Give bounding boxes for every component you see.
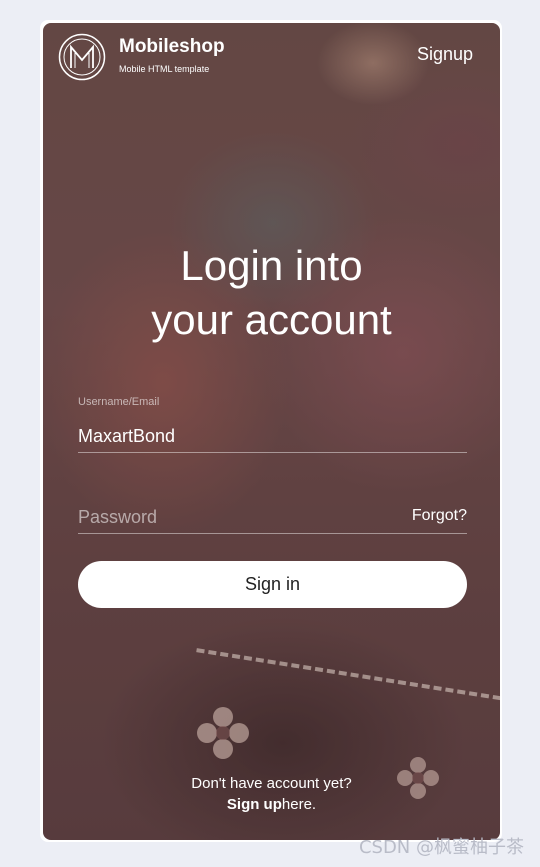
footer-signup-suffix: here.: [281, 796, 317, 813]
password-input[interactable]: [78, 501, 467, 534]
signup-link[interactable]: Signup: [417, 44, 473, 65]
page-title-line1: Login into: [180, 242, 363, 289]
page-title-line2: your account: [151, 296, 392, 343]
footer-signup-link[interactable]: Sign up: [227, 796, 282, 813]
monogram-m-logo-icon: [58, 33, 106, 81]
signup-footer: Sign uphere.: [43, 796, 500, 813]
sign-in-button[interactable]: Sign in: [78, 561, 467, 608]
brand-subtitle: Mobile HTML template: [119, 64, 210, 74]
signup-prompt: Don't have account yet?: [191, 775, 352, 792]
page-title: Login into your account: [43, 239, 500, 347]
username-input[interactable]: [78, 420, 467, 453]
login-card: Mobileshop Mobile HTML template Signup L…: [43, 23, 500, 840]
brand-title: Mobileshop: [119, 36, 225, 57]
watermark-text: CSDN @枫蜜柚子茶: [358, 837, 524, 858]
flower-decoration-icon: [197, 707, 249, 759]
forgot-password-link[interactable]: Forgot?: [412, 507, 467, 525]
username-label: Username/Email: [78, 396, 160, 408]
